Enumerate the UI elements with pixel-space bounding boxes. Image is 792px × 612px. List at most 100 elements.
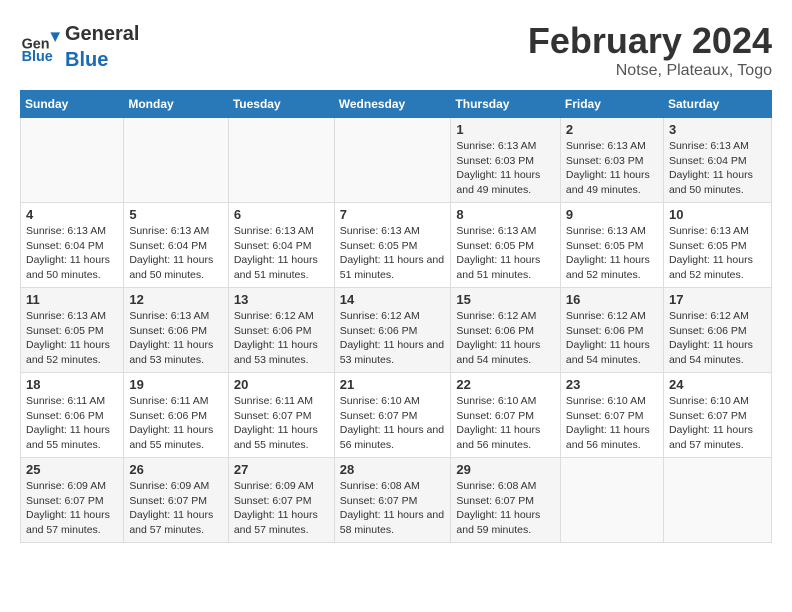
weekday-header: Tuesday xyxy=(228,91,334,118)
day-number: 28 xyxy=(340,462,446,477)
day-info: Sunrise: 6:12 AM Sunset: 6:06 PM Dayligh… xyxy=(669,309,766,368)
calendar-week-row: 18 Sunrise: 6:11 AM Sunset: 6:06 PM Dayli… xyxy=(21,373,772,458)
calendar-cell: 5 Sunrise: 6:13 AM Sunset: 6:04 PM Daylig… xyxy=(124,203,229,288)
day-info: Sunrise: 6:13 AM Sunset: 6:03 PM Dayligh… xyxy=(456,139,554,198)
day-info: Sunrise: 6:13 AM Sunset: 6:05 PM Dayligh… xyxy=(669,224,766,283)
calendar-cell: 16Sunrise: 6:12 AM Sunset: 6:06 PM Dayli… xyxy=(560,288,663,373)
page-title: February 2024 xyxy=(528,20,772,62)
calendar-cell: 13Sunrise: 6:12 AM Sunset: 6:06 PM Dayli… xyxy=(228,288,334,373)
day-info: Sunrise: 6:09 AM Sunset: 6:07 PM Dayligh… xyxy=(129,479,223,538)
calendar-cell: 14 Sunrise: 6:12 AM Sunset: 6:06 PM Dayli… xyxy=(334,288,451,373)
day-number: 5 xyxy=(129,207,223,222)
calendar-cell xyxy=(124,118,229,203)
day-info: Sunrise: 6:13 AM Sunset: 6:05 PM Dayligh… xyxy=(26,309,118,368)
day-number: 21 xyxy=(340,377,446,392)
day-number: 22 xyxy=(456,377,554,392)
weekday-header: Sunday xyxy=(21,91,124,118)
calendar-cell: 25Sunrise: 6:09 AM Sunset: 6:07 PM Dayli… xyxy=(21,458,124,543)
calendar-cell xyxy=(560,458,663,543)
calendar-cell: 8 Sunrise: 6:13 AM Sunset: 6:05 PM Daylig… xyxy=(451,203,560,288)
day-info: Sunrise: 6:13 AM Sunset: 6:04 PM Dayligh… xyxy=(129,224,223,283)
calendar-cell: 20 Sunrise: 6:11 AM Sunset: 6:07 PM Dayli… xyxy=(228,373,334,458)
day-number: 1 xyxy=(456,122,554,137)
day-number: 20 xyxy=(234,377,329,392)
weekday-header: Friday xyxy=(560,91,663,118)
day-info: Sunrise: 6:09 AM Sunset: 6:07 PM Dayligh… xyxy=(234,479,329,538)
calendar-cell: 10 Sunrise: 6:13 AM Sunset: 6:05 PM Dayli… xyxy=(663,203,771,288)
calendar-cell: 12 Sunrise: 6:13 AM Sunset: 6:06 PM Dayli… xyxy=(124,288,229,373)
day-info: Sunrise: 6:12 AM Sunset: 6:06 PM Dayligh… xyxy=(456,309,554,368)
logo: Gen Blue General Blue xyxy=(20,20,139,72)
calendar-cell: 7 Sunrise: 6:13 AM Sunset: 6:05 PM Daylig… xyxy=(334,203,451,288)
day-number: 13 xyxy=(234,292,329,307)
weekday-header: Saturday xyxy=(663,91,771,118)
calendar-cell: 24 Sunrise: 6:10 AM Sunset: 6:07 PM Dayli… xyxy=(663,373,771,458)
day-number: 8 xyxy=(456,207,554,222)
day-number: 7 xyxy=(340,207,446,222)
weekday-header: Wednesday xyxy=(334,91,451,118)
day-info: Sunrise: 6:13 AM Sunset: 6:06 PM Dayligh… xyxy=(129,309,223,368)
day-info: Sunrise: 6:08 AM Sunset: 6:07 PM Dayligh… xyxy=(456,479,554,538)
day-info: Sunrise: 6:13 AM Sunset: 6:04 PM Dayligh… xyxy=(26,224,118,283)
calendar-cell: 28 Sunrise: 6:08 AM Sunset: 6:07 PM Dayli… xyxy=(334,458,451,543)
calendar-cell: 15Sunrise: 6:12 AM Sunset: 6:06 PM Dayli… xyxy=(451,288,560,373)
weekday-header: Monday xyxy=(124,91,229,118)
day-info: Sunrise: 6:10 AM Sunset: 6:07 PM Dayligh… xyxy=(669,394,766,453)
day-info: Sunrise: 6:13 AM Sunset: 6:03 PM Dayligh… xyxy=(566,139,658,198)
day-info: Sunrise: 6:13 AM Sunset: 6:05 PM Dayligh… xyxy=(456,224,554,283)
calendar-cell: 6Sunrise: 6:13 AM Sunset: 6:04 PM Daylig… xyxy=(228,203,334,288)
day-info: Sunrise: 6:11 AM Sunset: 6:06 PM Dayligh… xyxy=(129,394,223,453)
weekday-header: Thursday xyxy=(451,91,560,118)
day-info: Sunrise: 6:10 AM Sunset: 6:07 PM Dayligh… xyxy=(566,394,658,453)
calendar-cell: 22 Sunrise: 6:10 AM Sunset: 6:07 PM Dayli… xyxy=(451,373,560,458)
day-number: 3 xyxy=(669,122,766,137)
day-info: Sunrise: 6:11 AM Sunset: 6:06 PM Dayligh… xyxy=(26,394,118,453)
calendar-week-row: 11 Sunrise: 6:13 AM Sunset: 6:05 PM Dayli… xyxy=(21,288,772,373)
calendar-body: 1 Sunrise: 6:13 AM Sunset: 6:03 PM Daylig… xyxy=(21,118,772,543)
calendar-cell: 9 Sunrise: 6:13 AM Sunset: 6:05 PM Daylig… xyxy=(560,203,663,288)
calendar-cell: 2Sunrise: 6:13 AM Sunset: 6:03 PM Daylig… xyxy=(560,118,663,203)
day-number: 14 xyxy=(340,292,446,307)
calendar-table: SundayMondayTuesdayWednesdayThursdayFrid… xyxy=(20,90,772,543)
day-info: Sunrise: 6:12 AM Sunset: 6:06 PM Dayligh… xyxy=(566,309,658,368)
calendar-cell: 29Sunrise: 6:08 AM Sunset: 6:07 PM Dayli… xyxy=(451,458,560,543)
calendar-cell: 19 Sunrise: 6:11 AM Sunset: 6:06 PM Dayli… xyxy=(124,373,229,458)
calendar-header-row: SundayMondayTuesdayWednesdayThursdayFrid… xyxy=(21,91,772,118)
calendar-week-row: 25 Sunrise: 6:09 AM Sunset: 6:07 PM Dayli… xyxy=(21,458,772,543)
day-info: Sunrise: 6:12 AM Sunset: 6:06 PM Dayligh… xyxy=(340,309,446,368)
day-number: 4 xyxy=(26,207,118,222)
day-number: 18 xyxy=(26,377,118,392)
day-info: Sunrise: 6:13 AM Sunset: 6:05 PM Dayligh… xyxy=(566,224,658,283)
day-number: 25 xyxy=(26,462,118,477)
day-number: 27 xyxy=(234,462,329,477)
logo-blue: Blue xyxy=(65,49,108,71)
day-info: Sunrise: 6:13 AM Sunset: 6:05 PM Dayligh… xyxy=(340,224,446,283)
day-info: Sunrise: 6:08 AM Sunset: 6:07 PM Dayligh… xyxy=(340,479,446,538)
logo-icon: Gen Blue xyxy=(20,26,60,66)
title-block: February 2024 Notse, Plateaux, Togo xyxy=(528,20,772,80)
calendar-week-row: 4 Sunrise: 6:13 AM Sunset: 6:04 PM Daylig… xyxy=(21,203,772,288)
calendar-cell xyxy=(663,458,771,543)
calendar-cell: 21 Sunrise: 6:10 AM Sunset: 6:07 PM Dayli… xyxy=(334,373,451,458)
day-info: Sunrise: 6:10 AM Sunset: 6:07 PM Dayligh… xyxy=(340,394,446,453)
day-number: 11 xyxy=(26,292,118,307)
day-number: 24 xyxy=(669,377,766,392)
calendar-cell xyxy=(21,118,124,203)
day-number: 12 xyxy=(129,292,223,307)
day-info: Sunrise: 6:11 AM Sunset: 6:07 PM Dayligh… xyxy=(234,394,329,453)
day-number: 9 xyxy=(566,207,658,222)
page-subtitle: Notse, Plateaux, Togo xyxy=(528,62,772,80)
day-number: 19 xyxy=(129,377,223,392)
day-info: Sunrise: 6:13 AM Sunset: 6:04 PM Dayligh… xyxy=(234,224,329,283)
calendar-cell xyxy=(228,118,334,203)
day-number: 17 xyxy=(669,292,766,307)
logo-general: General xyxy=(65,23,139,45)
calendar-cell: 23 Sunrise: 6:10 AM Sunset: 6:07 PM Dayli… xyxy=(560,373,663,458)
svg-text:Blue: Blue xyxy=(22,49,53,65)
day-number: 23 xyxy=(566,377,658,392)
day-number: 10 xyxy=(669,207,766,222)
day-info: Sunrise: 6:13 AM Sunset: 6:04 PM Dayligh… xyxy=(669,139,766,198)
day-number: 26 xyxy=(129,462,223,477)
day-info: Sunrise: 6:10 AM Sunset: 6:07 PM Dayligh… xyxy=(456,394,554,453)
calendar-cell: 4 Sunrise: 6:13 AM Sunset: 6:04 PM Daylig… xyxy=(21,203,124,288)
